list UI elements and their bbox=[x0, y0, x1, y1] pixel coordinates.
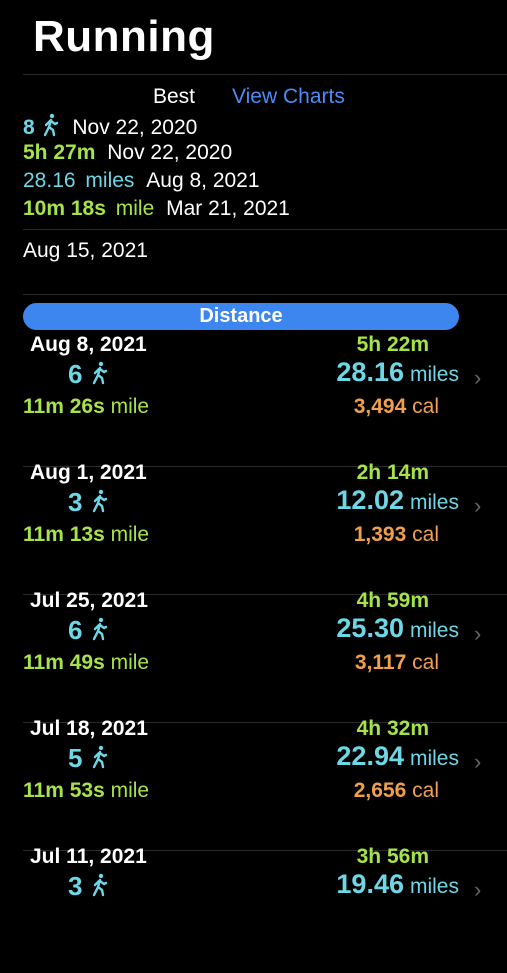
entry-duration: 2h 14m bbox=[356, 461, 429, 484]
chevron-right-icon[interactable]: › bbox=[474, 621, 481, 647]
best-count-date: Nov 22, 2020 bbox=[72, 116, 198, 139]
entry-distance-value: 22.94 bbox=[336, 741, 404, 771]
list-item[interactable]: Jul 18, 2021 5 11m 53s mile 4h 32m 22.94… bbox=[0, 717, 507, 851]
entry-count-value: 6 bbox=[68, 615, 83, 645]
chevron-right-icon[interactable]: › bbox=[474, 877, 481, 903]
entry-distance: 12.02 miles bbox=[336, 485, 459, 516]
entry-duration: 3h 56m bbox=[356, 845, 429, 868]
entry-calories: 1,393 cal bbox=[354, 523, 439, 547]
entry-distance-unit: miles bbox=[409, 491, 459, 514]
entry-distance-value: 28.16 bbox=[336, 357, 404, 387]
entry-pace-value: 11m 53s bbox=[23, 779, 105, 802]
best-pace-date: Mar 21, 2021 bbox=[166, 197, 290, 220]
chevron-right-icon[interactable]: › bbox=[474, 365, 481, 391]
entry-distance-unit: miles bbox=[409, 363, 459, 386]
chevron-right-icon[interactable]: › bbox=[474, 749, 481, 775]
walking-person-icon bbox=[90, 488, 110, 521]
best-duration-date: Nov 22, 2020 bbox=[107, 141, 233, 164]
entry-pace: 11m 26s mile bbox=[23, 395, 149, 419]
entry-count: 6 bbox=[68, 359, 110, 393]
entry-date: Aug 8, 2021 bbox=[30, 333, 147, 356]
entry-distance-unit: miles bbox=[409, 619, 459, 642]
best-duration-value: 5h 27m bbox=[23, 141, 96, 164]
divider bbox=[23, 294, 507, 295]
entry-pace: 11m 13s mile bbox=[23, 523, 149, 547]
entry-pace-unit: mile bbox=[110, 779, 150, 802]
entry-pace-unit: mile bbox=[110, 395, 150, 418]
entry-distance-value: 12.02 bbox=[336, 485, 404, 515]
entry-distance-unit: miles bbox=[409, 875, 459, 898]
best-label: Best bbox=[153, 85, 196, 108]
entry-pace-unit: mile bbox=[110, 523, 150, 546]
entry-calories: 3,117 cal bbox=[355, 651, 439, 675]
entry-count-value: 3 bbox=[68, 487, 83, 517]
current-week-date: Aug 15, 2021 bbox=[23, 239, 148, 262]
best-pace-unit: mile bbox=[115, 197, 155, 220]
list-item[interactable]: Aug 8, 2021 6 11m 26s mile 5h 22m 28.16 m… bbox=[0, 333, 507, 467]
walking-person-icon bbox=[41, 113, 61, 143]
entry-date: Jul 11, 2021 bbox=[30, 845, 147, 868]
entry-duration: 5h 22m bbox=[356, 333, 429, 356]
entry-pace-value: 11m 13s bbox=[23, 523, 105, 546]
entry-date: Aug 1, 2021 bbox=[30, 461, 147, 484]
best-row-pace: 10m 18s mile Mar 21, 2021 bbox=[23, 197, 290, 221]
entry-pace: 11m 49s mile bbox=[23, 651, 149, 675]
entry-count: 6 bbox=[68, 615, 110, 649]
entry-count-value: 6 bbox=[68, 359, 83, 389]
entry-distance-value: 25.30 bbox=[336, 613, 404, 643]
entry-count: 3 bbox=[68, 487, 110, 521]
walking-person-icon bbox=[90, 872, 110, 905]
section-header-distance: Distance bbox=[23, 303, 459, 330]
divider bbox=[23, 74, 507, 75]
entry-calories-unit: cal bbox=[412, 395, 439, 418]
best-row-duration: 5h 27m Nov 22, 2020 bbox=[23, 141, 232, 165]
list-item[interactable]: Aug 1, 2021 3 11m 13s mile 2h 14m 12.02 m… bbox=[0, 461, 507, 595]
entry-distance: 19.46 miles bbox=[336, 869, 459, 900]
entry-pace-unit: mile bbox=[110, 651, 150, 674]
entry-count-value: 3 bbox=[68, 871, 83, 901]
entry-date: Jul 18, 2021 bbox=[30, 717, 148, 740]
chevron-right-icon[interactable]: › bbox=[474, 493, 481, 519]
entry-distance: 25.30 miles bbox=[336, 613, 459, 644]
walking-person-icon bbox=[90, 744, 110, 777]
entry-distance-unit: miles bbox=[409, 747, 459, 770]
entry-calories-value: 2,656 bbox=[353, 779, 407, 802]
best-pace-value: 10m 18s bbox=[23, 197, 106, 220]
walking-person-icon bbox=[90, 616, 110, 649]
list-item[interactable]: Jul 11, 2021 3 3h 56m 19.46 miles › bbox=[0, 845, 507, 973]
entry-pace: 11m 53s mile bbox=[23, 779, 149, 803]
entry-distance: 22.94 miles bbox=[336, 741, 459, 772]
entry-duration: 4h 59m bbox=[356, 589, 429, 612]
page-title: Running bbox=[33, 12, 215, 61]
entry-calories-value: 3,494 bbox=[353, 395, 407, 418]
entry-date: Jul 25, 2021 bbox=[30, 589, 148, 612]
entry-count: 5 bbox=[68, 743, 110, 777]
entry-distance: 28.16 miles bbox=[336, 357, 459, 388]
walking-person-icon bbox=[90, 360, 110, 393]
entry-calories-unit: cal bbox=[412, 651, 439, 674]
list-item[interactable]: Jul 25, 2021 6 11m 49s mile 4h 59m 25.30… bbox=[0, 589, 507, 723]
divider bbox=[23, 229, 507, 230]
best-distance-unit: miles bbox=[85, 169, 135, 192]
entry-pace-value: 11m 49s bbox=[23, 651, 105, 674]
entry-calories: 3,494 cal bbox=[354, 395, 439, 419]
entry-calories: 2,656 cal bbox=[354, 779, 439, 803]
entry-calories-unit: cal bbox=[412, 523, 439, 546]
best-row-distance: 28.16 miles Aug 8, 2021 bbox=[23, 169, 260, 193]
best-distance-date: Aug 8, 2021 bbox=[146, 169, 260, 192]
entry-distance-value: 19.46 bbox=[336, 869, 404, 899]
best-count-value: 8 bbox=[23, 116, 35, 139]
entry-duration: 4h 32m bbox=[356, 717, 429, 740]
entry-pace-value: 11m 26s bbox=[23, 395, 105, 418]
entry-calories-value: 1,393 bbox=[353, 523, 407, 546]
entry-count-value: 5 bbox=[68, 743, 83, 773]
entry-calories-unit: cal bbox=[412, 779, 439, 802]
entry-calories-value: 3,117 bbox=[354, 651, 407, 674]
best-row-count: 8 Nov 22, 2020 bbox=[23, 113, 197, 143]
view-charts-link[interactable]: View Charts bbox=[232, 85, 345, 109]
best-distance-value: 28.16 bbox=[23, 169, 76, 192]
